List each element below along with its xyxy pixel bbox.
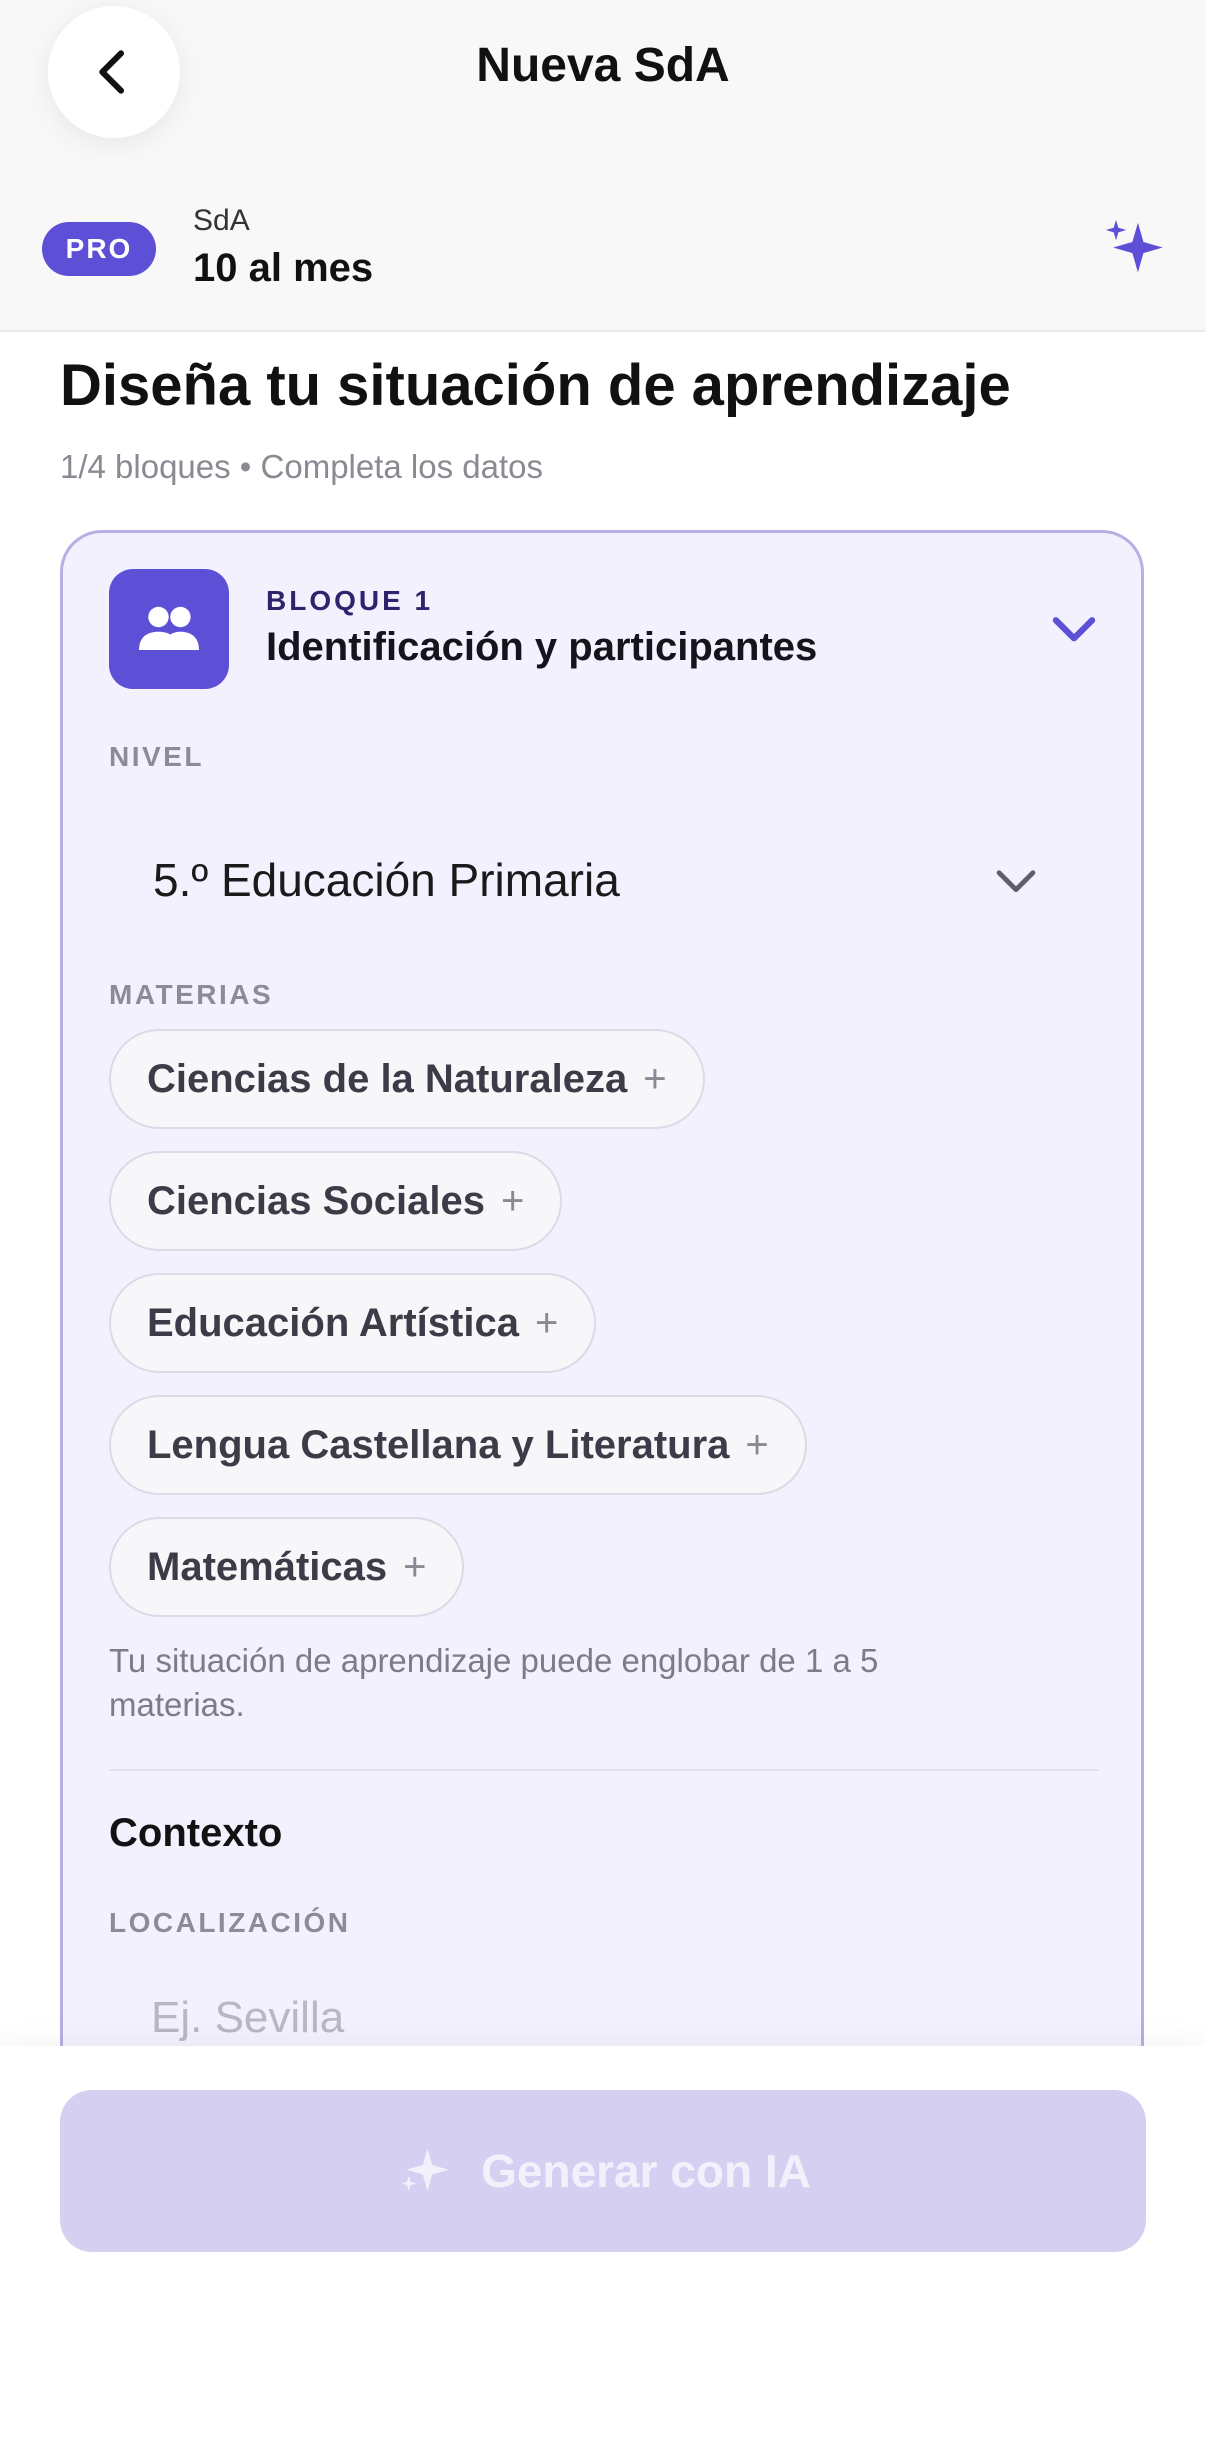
materia-chip-label: Lengua Castellana y Literatura: [147, 1422, 730, 1467]
top-header: Nueva SdA PRO SdA 10 al mes: [0, 0, 1206, 332]
plus-icon: +: [534, 1300, 559, 1345]
block-number: BLOQUE 1: [266, 585, 434, 616]
generate-button-label: Generar con IA: [481, 2145, 811, 2197]
materia-chip-label: Educación Artística: [147, 1300, 519, 1345]
nivel-label: NIVEL: [109, 741, 204, 772]
block-card: BLOQUE 1 Identificación y participantes …: [60, 530, 1144, 2130]
localizacion-label: LOCALIZACIÓN: [109, 1907, 351, 1938]
materia-chip[interactable]: Educación Artística +: [109, 1273, 597, 1373]
sparkles-icon: [401, 2148, 449, 2191]
chevron-down-icon: [996, 870, 1036, 893]
progress-subtitle: 1/4 bloques • Completa los datos: [60, 448, 544, 485]
bottom-action-bar: Generar con IA: [0, 2046, 1206, 2442]
plus-icon: +: [500, 1178, 525, 1223]
materias-helper-text: Tu situación de aprendizaje puede englob…: [109, 1642, 879, 1723]
nivel-select[interactable]: 5.º Educación Primaria: [109, 823, 1089, 933]
nav-title: Nueva SdA: [476, 39, 730, 92]
page-title: Diseña tu situación de aprendizaje: [60, 353, 1011, 418]
generate-ai-button[interactable]: Generar con IA: [60, 2090, 1146, 2252]
materias-label: MATERIAS: [109, 979, 274, 1010]
materia-chip[interactable]: Matemáticas +: [109, 1517, 465, 1617]
materia-chip[interactable]: Ciencias de la Naturaleza +: [109, 1029, 705, 1129]
chevron-down-icon[interactable]: [1043, 597, 1105, 659]
sparkles-icon[interactable]: [1100, 214, 1170, 284]
plan-quota: 10 al mes: [193, 246, 374, 290]
pro-badge: PRO: [42, 222, 156, 276]
plus-icon: +: [643, 1056, 667, 1101]
block-title: Identificación y participantes: [266, 625, 818, 669]
contexto-heading: Contexto: [109, 1811, 283, 1855]
users-icon: [109, 569, 229, 689]
materia-chip[interactable]: Lengua Castellana y Literatura +: [109, 1395, 807, 1495]
materia-chip-label: Ciencias Sociales: [147, 1178, 485, 1223]
materia-chip-label: Matemáticas: [147, 1544, 388, 1589]
nivel-value: 5.º Educación Primaria: [153, 854, 620, 906]
plus-icon: +: [745, 1422, 769, 1467]
plan-label: SdA: [193, 204, 250, 237]
divider: [109, 1769, 1099, 1771]
materia-chip-label: Ciencias de la Naturaleza: [147, 1056, 628, 1101]
plus-icon: +: [403, 1544, 427, 1589]
materias-list: Ciencias de la Naturaleza + Ciencias Soc…: [109, 1029, 1109, 1639]
materia-chip[interactable]: Ciencias Sociales +: [109, 1151, 563, 1251]
